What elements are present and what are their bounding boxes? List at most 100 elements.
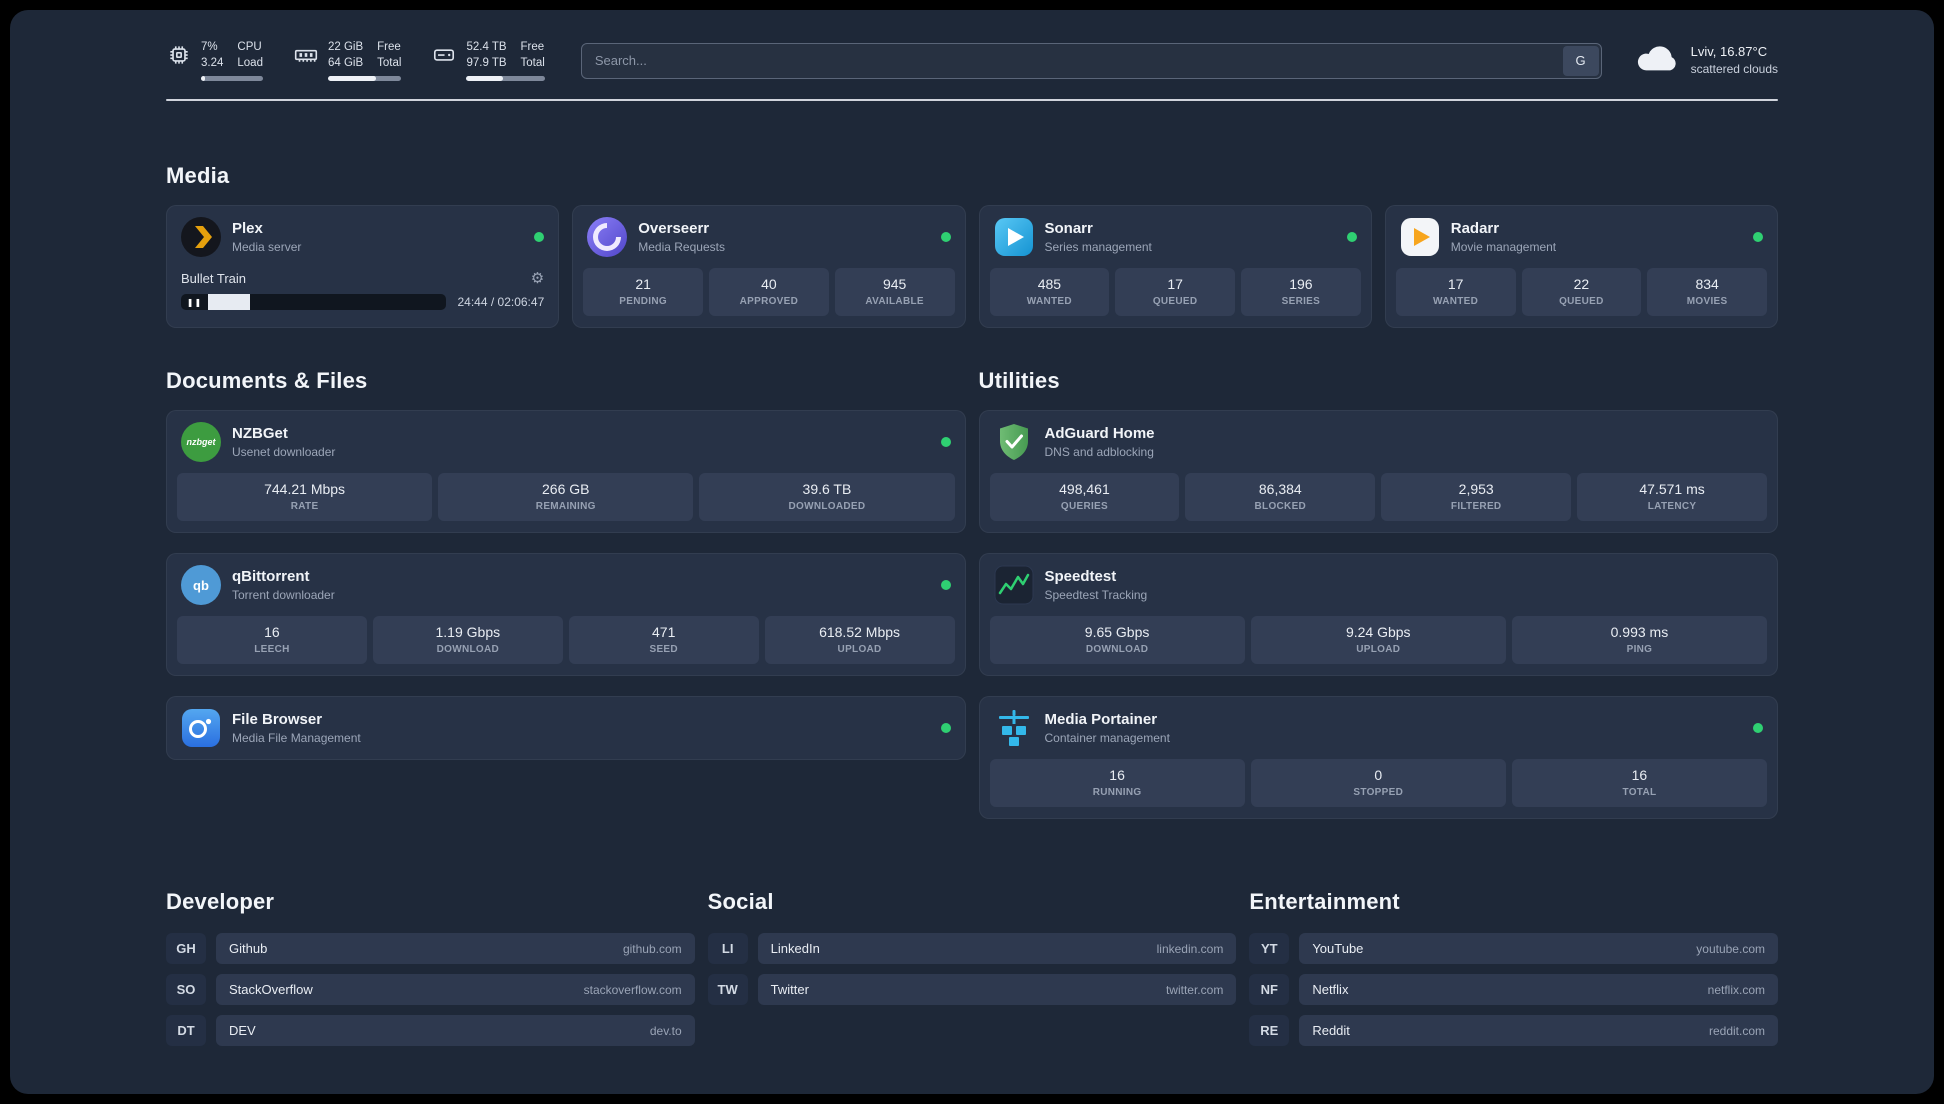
plex-icon	[181, 217, 221, 258]
app-name: Speedtest	[1044, 567, 1117, 585]
app-link-portainer[interactable]: Media Portainer Container management	[980, 697, 1778, 759]
app-description: Media File Management	[232, 731, 361, 746]
disk-widget: 52.4 TB 97.9 TB Free Total	[431, 40, 545, 82]
section-title-documents: Documents & Files	[166, 368, 368, 394]
bookmark-url: netflix.com	[1707, 982, 1765, 997]
bookmark-reddit[interactable]: RE Reddit reddit.com	[1249, 1015, 1778, 1047]
status-dot	[940, 580, 951, 591]
stat-tile: 17 WANTED	[1395, 268, 1516, 317]
bookmark-abbr: YT	[1249, 933, 1290, 965]
app-link-sonarr[interactable]: Sonarr Series management	[980, 206, 1371, 268]
speedtest-icon	[994, 565, 1034, 605]
disk-icon	[431, 42, 457, 73]
app-card-sonarr: Sonarr Series management 485 WANTED 17 Q…	[978, 205, 1372, 329]
stat-tile: 0 STOPPED	[1250, 759, 1506, 808]
status-dot	[940, 232, 951, 243]
bookmark-stackoverflow[interactable]: SO StackOverflow stackoverflow.com	[166, 974, 695, 1006]
stat-tile: 9.24 Gbps UPLOAD	[1250, 616, 1506, 665]
qbittorrent-icon: qb	[181, 565, 221, 606]
memory-total-value: 64 GiB	[327, 56, 364, 69]
bookmark-abbr: NF	[1249, 974, 1290, 1006]
app-link-speedtest[interactable]: Speedtest Speedtest Tracking	[980, 554, 1778, 616]
status-dot	[534, 232, 545, 243]
search-input[interactable]	[580, 42, 1602, 79]
filebrowser-icon	[181, 708, 221, 748]
media-progress-bar[interactable]: ❚❚	[181, 294, 446, 311]
stat-tile: 196 SERIES	[1241, 268, 1361, 317]
bookmark-url: linkedin.com	[1156, 941, 1224, 956]
app-name: Radarr	[1450, 219, 1500, 237]
app-description: DNS and adblocking	[1044, 445, 1154, 460]
app-card-nzbget: nzbget NZBGet Usenet downloader 744.21 M…	[166, 410, 966, 534]
app-card-speedtest: Speedtest Speedtest Tracking 9.65 Gbps D…	[978, 553, 1778, 677]
app-link-radarr[interactable]: Radarr Movie management	[1386, 206, 1777, 268]
cpu-icon	[166, 42, 192, 73]
bookmark-twitter[interactable]: TW Twitter twitter.com	[707, 974, 1237, 1006]
app-link-filebrowser[interactable]: File Browser Media File Management	[167, 697, 965, 759]
status-dot	[940, 437, 951, 448]
bookmark-name: Github	[229, 941, 268, 957]
disk-free-label: Free	[520, 41, 545, 53]
app-card-radarr: Radarr Movie management 17 WANTED 22 QUE…	[1384, 205, 1778, 329]
bookmark-abbr: TW	[707, 974, 748, 1006]
stat-tile: 16 TOTAL	[1511, 759, 1768, 808]
bookmark-group-title: Entertainment	[1249, 889, 1400, 915]
app-name: Sonarr	[1044, 219, 1093, 237]
section-utilities: Utilities AdGuard Home DNS and adblockin…	[978, 368, 1778, 820]
app-name: NZBGet	[232, 424, 288, 442]
bookmark-dev[interactable]: DT DEV dev.to	[166, 1015, 695, 1047]
app-card-filebrowser: File Browser Media File Management	[166, 696, 966, 761]
bookmark-youtube[interactable]: YT YouTube youtube.com	[1249, 933, 1778, 965]
app-name: qBittorrent	[232, 567, 310, 585]
bookmark-group-entertainment: Entertainment YT YouTube youtube.com NF …	[1249, 889, 1778, 1056]
stat-tile: 47.571 ms LATENCY	[1577, 473, 1767, 522]
stat-tile: 498,461 QUERIES	[989, 473, 1180, 522]
overseerr-icon	[587, 217, 628, 258]
weather-widget: Lviv, 16.87°C scattered clouds	[1634, 43, 1778, 78]
status-dot	[1346, 232, 1357, 243]
cpu-percent: 7%	[201, 41, 218, 53]
stat-tile: 744.21 Mbps RATE	[177, 473, 433, 522]
disk-total-value: 97.9 TB	[466, 56, 507, 69]
memory-free-value: 22 GiB	[327, 41, 364, 53]
memory-widget: 22 GiB 64 GiB Free Total	[293, 40, 402, 82]
app-link-overseerr[interactable]: Overseerr Media Requests	[573, 206, 964, 268]
bookmark-url: github.com	[622, 941, 682, 956]
bookmark-netflix[interactable]: NF Netflix netflix.com	[1249, 974, 1778, 1006]
status-dot	[1753, 232, 1763, 243]
app-link-plex[interactable]: Plex Media server	[167, 206, 558, 268]
bookmark-name: DEV	[229, 1023, 256, 1039]
adguard-icon	[994, 422, 1034, 462]
nzbget-icon: nzbget	[181, 422, 221, 463]
resource-widgets: 7% 3.24 CPU Load 22 GiB 64 GiB Free Tota…	[166, 40, 545, 82]
stat-tile: 16 RUNNING	[989, 759, 1245, 808]
app-description: Movie management	[1450, 240, 1557, 255]
bookmark-github[interactable]: GH Github github.com	[166, 933, 695, 965]
app-description: Speedtest Tracking	[1044, 588, 1148, 603]
bookmark-group-title: Developer	[166, 889, 275, 915]
stat-tile: 17 QUEUED	[1115, 268, 1235, 317]
now-playing-title: Bullet Train	[181, 270, 247, 286]
app-description: Series management	[1044, 240, 1152, 255]
stat-tile: 471 SEED	[568, 616, 759, 665]
app-description: Container management	[1044, 731, 1170, 746]
stat-tile: 1.19 Gbps DOWNLOAD	[372, 616, 563, 665]
app-name: AdGuard Home	[1044, 424, 1155, 442]
bookmark-linkedin[interactable]: LI LinkedIn linkedin.com	[707, 933, 1237, 965]
app-card-qbittorrent: qb qBittorrent Torrent downloader 16 LEE…	[166, 553, 966, 677]
app-link-nzbget[interactable]: nzbget NZBGet Usenet downloader	[167, 411, 965, 473]
pause-icon[interactable]: ❚❚	[181, 294, 208, 310]
search-provider-button[interactable]: G	[1562, 45, 1599, 76]
section-title-media: Media	[166, 163, 230, 189]
app-link-qbittorrent[interactable]: qb qBittorrent Torrent downloader	[167, 554, 965, 616]
cpu-label: CPU	[237, 41, 262, 53]
stat-tile: 2,953 FILTERED	[1381, 473, 1572, 522]
memory-free-label: Free	[377, 41, 401, 53]
app-link-adguard[interactable]: AdGuard Home DNS and adblocking	[980, 411, 1778, 473]
app-name: Overseerr	[638, 219, 710, 237]
bookmark-url: twitter.com	[1165, 982, 1224, 997]
bookmark-url: dev.to	[649, 1023, 682, 1038]
gear-icon[interactable]: ⚙	[531, 269, 544, 287]
status-dot	[940, 723, 951, 734]
app-description: Torrent downloader	[232, 588, 335, 603]
